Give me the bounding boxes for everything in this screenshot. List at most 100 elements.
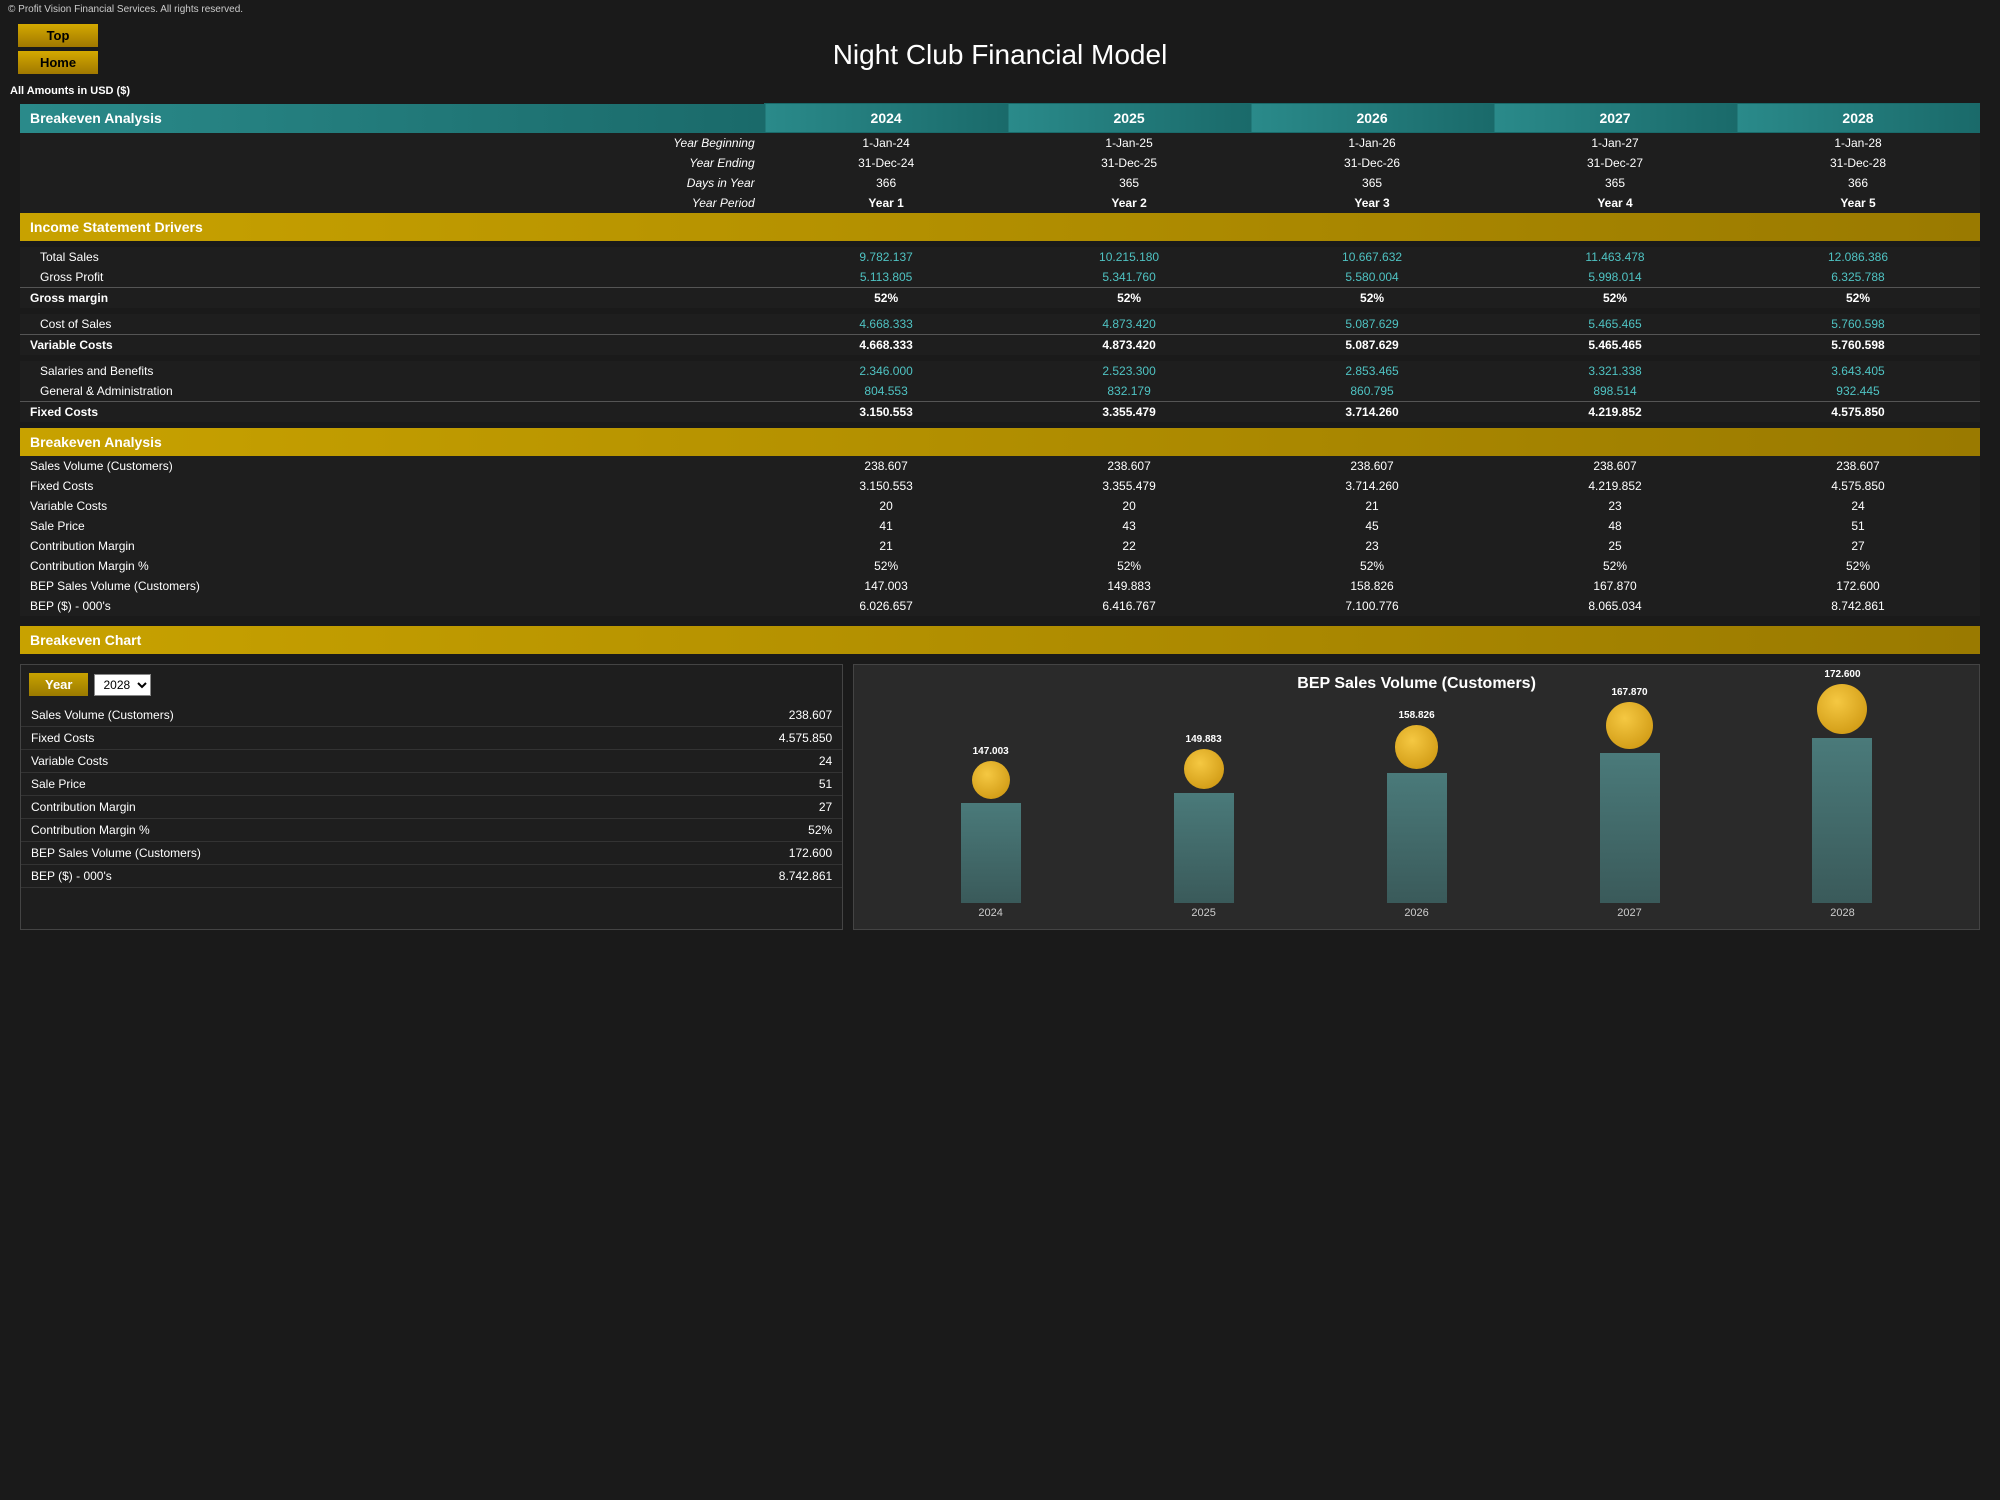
income-drivers-header-row: Income Statement Drivers — [20, 213, 1980, 241]
chart-title: BEP Sales Volume (Customers) — [864, 675, 1969, 693]
top-button[interactable]: Top — [18, 24, 98, 47]
contrib-margin-pct-2027: 52% — [1494, 556, 1737, 576]
days-2024: 366 — [765, 173, 1008, 193]
fixed-costs-2025: 3.355.479 — [1008, 402, 1251, 423]
chart-x-label-2027: 2027 — [1590, 907, 1670, 919]
lp-sale-price-label: Sale Price — [21, 773, 613, 796]
days-in-year-label: Days in Year — [20, 173, 765, 193]
period-2024: Year 1 — [765, 193, 1008, 213]
salaries-row: Salaries and Benefits 2.346.000 2.523.30… — [20, 361, 1980, 381]
contrib-margin-pct-2025: 52% — [1008, 556, 1251, 576]
home-button[interactable]: Home — [18, 51, 98, 74]
total-sales-label: Total Sales — [20, 247, 765, 267]
lp-bep-sales-volume-label: BEP Sales Volume (Customers) — [21, 842, 613, 865]
chart-bar-2028 — [1812, 738, 1872, 903]
chart-x-label-2025: 2025 — [1164, 907, 1244, 919]
bep-fixed-2028: 4.575.850 — [1737, 476, 1980, 496]
year-label-button[interactable]: Year — [29, 673, 88, 696]
lp-bep-sales-volume-val: 172.600 — [613, 842, 842, 865]
chart-bar-2026 — [1387, 773, 1447, 903]
total-sales-2025: 10.215.180 — [1008, 247, 1251, 267]
bep-fixed-costs-row: Fixed Costs 3.150.553 3.355.479 3.714.26… — [20, 476, 1980, 496]
chart-bar-2025 — [1174, 793, 1234, 903]
year-select-dropdown[interactable]: 2024 2025 2026 2027 2028 — [94, 674, 151, 696]
year-beginning-row: Year Beginning 1-Jan-24 1-Jan-25 1-Jan-2… — [20, 133, 1980, 154]
period-2027: Year 4 — [1494, 193, 1737, 213]
variable-costs-2024: 4.668.333 — [765, 335, 1008, 356]
days-2025: 365 — [1008, 173, 1251, 193]
breakeven-section-header-row: Breakeven Analysis — [20, 428, 1980, 456]
chart-bubble-2026 — [1395, 725, 1439, 769]
main-table: Breakeven Analysis 2024 2025 2026 2027 2… — [20, 103, 1980, 616]
lp-contribution-margin: Contribution Margin 27 — [21, 796, 842, 819]
contrib-margin-2028: 27 — [1737, 536, 1980, 556]
chart-x-labels: 20242025202620272028 — [864, 903, 1969, 919]
chart-bubble-2027 — [1606, 702, 1653, 749]
lp-contribution-margin-pct-val: 52% — [613, 819, 842, 842]
gross-margin-2025: 52% — [1008, 288, 1251, 309]
cost-of-sales-2024: 4.668.333 — [765, 314, 1008, 335]
bep-sales-vol-2026: 158.826 — [1251, 576, 1494, 596]
lp-fixed-costs: Fixed Costs 4.575.850 — [21, 727, 842, 750]
bep-dollars-2027: 8.065.034 — [1494, 596, 1737, 616]
bep-fixed-costs-label: Fixed Costs — [20, 476, 765, 496]
year-ending-2028: 31-Dec-28 — [1737, 153, 1980, 173]
fixed-costs-2026: 3.714.260 — [1251, 402, 1494, 423]
lp-contribution-margin-pct-label: Contribution Margin % — [21, 819, 613, 842]
bep-variable-costs-label: Variable Costs — [20, 496, 765, 516]
chart-value-label-2024: 147.003 — [973, 746, 1009, 757]
variable-costs-2028: 5.760.598 — [1737, 335, 1980, 356]
bep-sales-volume-2027: 238.607 — [1494, 456, 1737, 476]
gross-profit-2025: 5.341.760 — [1008, 267, 1251, 288]
days-2027: 365 — [1494, 173, 1737, 193]
bep-fixed-2024: 3.150.553 — [765, 476, 1008, 496]
chart-bubble-2024 — [972, 761, 1010, 799]
total-sales-row: Total Sales 9.782.137 10.215.180 10.667.… — [20, 247, 1980, 267]
bep-dollars-2026: 7.100.776 — [1251, 596, 1494, 616]
cost-of-sales-row: Cost of Sales 4.668.333 4.873.420 5.087.… — [20, 314, 1980, 335]
contrib-margin-2027: 25 — [1494, 536, 1737, 556]
days-in-year-row: Days in Year 366 365 365 365 366 — [20, 173, 1980, 193]
year-period-label: Year Period — [20, 193, 765, 213]
bep-fixed-2025: 3.355.479 — [1008, 476, 1251, 496]
fixed-costs-income-label: Fixed Costs — [20, 402, 765, 423]
gross-margin-label: Gross margin — [20, 288, 765, 309]
chart-value-label-2025: 149.883 — [1186, 734, 1222, 745]
gross-profit-2028: 6.325.788 — [1737, 267, 1980, 288]
period-2025: Year 2 — [1008, 193, 1251, 213]
bep-dollars-2025: 6.416.767 — [1008, 596, 1251, 616]
bep-variable-2026: 21 — [1251, 496, 1494, 516]
gross-margin-2028: 52% — [1737, 288, 1980, 309]
breakeven-chart-header: Breakeven Chart — [20, 626, 1980, 654]
gross-profit-row: Gross Profit 5.113.805 5.341.760 5.580.0… — [20, 267, 1980, 288]
period-2026: Year 3 — [1251, 193, 1494, 213]
lp-sales-volume: Sales Volume (Customers) 238.607 — [21, 704, 842, 727]
year-2025-header: 2025 — [1008, 104, 1251, 133]
lp-bep-sales-volume: BEP Sales Volume (Customers) 172.600 — [21, 842, 842, 865]
bep-sales-volume-2024: 238.607 — [765, 456, 1008, 476]
chart-panel: BEP Sales Volume (Customers) 147.003 149.… — [853, 664, 1980, 930]
lp-bep-dollars-label: BEP ($) - 000's — [21, 865, 613, 888]
year-beginning-2026: 1-Jan-26 — [1251, 133, 1494, 154]
gross-profit-2024: 5.113.805 — [765, 267, 1008, 288]
sale-price-2028: 51 — [1737, 516, 1980, 536]
bep-fixed-2027: 4.219.852 — [1494, 476, 1737, 496]
bep-sales-vol-2027: 167.870 — [1494, 576, 1737, 596]
sale-price-label: Sale Price — [20, 516, 765, 536]
sale-price-row: Sale Price 41 43 45 48 51 — [20, 516, 1980, 536]
variable-costs-2027: 5.465.465 — [1494, 335, 1737, 356]
gross-margin-row: Gross margin 52% 52% 52% 52% 52% — [20, 288, 1980, 309]
chart-area: 147.003149.883158.826167.870172.600 — [864, 703, 1969, 903]
days-2028: 366 — [1737, 173, 1980, 193]
breakeven-analysis-header-row: Breakeven Analysis 2024 2025 2026 2027 2… — [20, 104, 1980, 133]
contrib-margin-pct-2028: 52% — [1737, 556, 1980, 576]
sale-price-2025: 43 — [1008, 516, 1251, 536]
chart-bubble-2028 — [1817, 684, 1867, 734]
total-sales-2026: 10.667.632 — [1251, 247, 1494, 267]
bep-sales-vol-2028: 172.600 — [1737, 576, 1980, 596]
days-2026: 365 — [1251, 173, 1494, 193]
year-period-row: Year Period Year 1 Year 2 Year 3 Year 4 … — [20, 193, 1980, 213]
year-beginning-label: Year Beginning — [20, 133, 765, 154]
variable-costs-label: Variable Costs — [20, 335, 765, 356]
cost-of-sales-2026: 5.087.629 — [1251, 314, 1494, 335]
